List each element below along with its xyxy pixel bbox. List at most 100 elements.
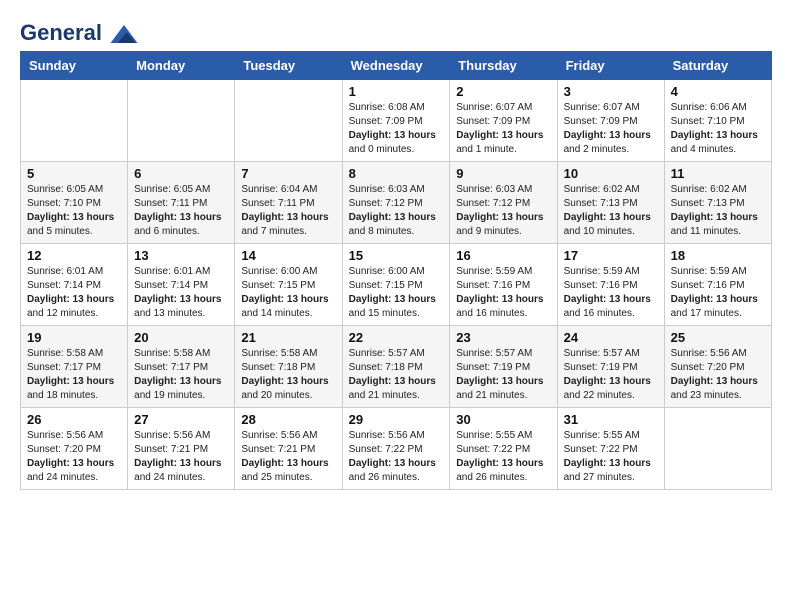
calendar-cell: 18 Sunrise: 5:59 AMSunset: 7:16 PMDayligh… bbox=[664, 244, 771, 326]
calendar-cell: 6Sunrise: 6:05 AMSunset: 7:11 PMDaylight… bbox=[128, 162, 235, 244]
calendar-cell: 23 Sunrise: 5:57 AMSunset: 7:19 PMDayligh… bbox=[450, 326, 557, 408]
day-info: Sunrise: 6:03 AMSunset: 7:12 PMDaylight:… bbox=[349, 183, 444, 239]
day-info: Sunrise: 5:56 AMSunset: 7:22 PMDaylight:… bbox=[349, 429, 444, 485]
calendar-cell: 19Sunrise: 5:58 AMSunset: 7:17 PMDayligh… bbox=[21, 326, 128, 408]
calendar-cell: 31 Sunrise: 5:55 AMSunset: 7:22 PMDayligh… bbox=[557, 408, 664, 490]
day-number: 17 bbox=[564, 248, 658, 263]
calendar-cell: 14 Sunrise: 6:00 AMSunset: 7:15 PMDayligh… bbox=[235, 244, 342, 326]
calendar-cell: 17Sunrise: 5:59 AMSunset: 7:16 PMDayligh… bbox=[557, 244, 664, 326]
calendar-cell: 16Sunrise: 5:59 AMSunset: 7:16 PMDayligh… bbox=[450, 244, 557, 326]
calendar-cell: 4 Sunrise: 6:06 AMSunset: 7:10 PMDaylight… bbox=[664, 80, 771, 162]
logo-text: General bbox=[20, 20, 138, 45]
day-number: 18 bbox=[671, 248, 765, 263]
day-number: 23 bbox=[456, 330, 550, 345]
calendar-cell: 5 Sunrise: 6:05 AMSunset: 7:10 PMDaylight… bbox=[21, 162, 128, 244]
day-info: Sunrise: 5:57 AMSunset: 7:19 PMDaylight:… bbox=[456, 347, 550, 403]
calendar-cell: 27 Sunrise: 5:56 AMSunset: 7:21 PMDayligh… bbox=[128, 408, 235, 490]
calendar-cell: 8 Sunrise: 6:03 AMSunset: 7:12 PMDaylight… bbox=[342, 162, 450, 244]
weekday-header-tuesday: Tuesday bbox=[235, 52, 342, 80]
day-info: Sunrise: 6:05 AMSunset: 7:11 PMDaylight:… bbox=[134, 183, 228, 239]
calendar-week-1: 1Sunrise: 6:08 AMSunset: 7:09 PMDaylight… bbox=[21, 80, 772, 162]
calendar-week-3: 12 Sunrise: 6:01 AMSunset: 7:14 PMDayligh… bbox=[21, 244, 772, 326]
day-number: 31 bbox=[564, 412, 658, 427]
calendar-cell: 2Sunrise: 6:07 AMSunset: 7:09 PMDaylight… bbox=[450, 80, 557, 162]
day-number: 20 bbox=[134, 330, 228, 345]
day-number: 12 bbox=[27, 248, 121, 263]
day-info: Sunrise: 6:07 AMSunset: 7:09 PMDaylight:… bbox=[564, 101, 658, 157]
calendar-cell: 11 Sunrise: 6:02 AMSunset: 7:13 PMDayligh… bbox=[664, 162, 771, 244]
calendar-cell: 7 Sunrise: 6:04 AMSunset: 7:11 PMDaylight… bbox=[235, 162, 342, 244]
calendar-cell: 21 Sunrise: 5:58 AMSunset: 7:18 PMDayligh… bbox=[235, 326, 342, 408]
day-info: Sunrise: 6:06 AMSunset: 7:10 PMDaylight:… bbox=[671, 101, 765, 157]
day-info: Sunrise: 6:02 AMSunset: 7:13 PMDaylight:… bbox=[671, 183, 765, 239]
day-info: Sunrise: 5:56 AMSunset: 7:21 PMDaylight:… bbox=[241, 429, 335, 485]
day-info: Sunrise: 6:03 AMSunset: 7:12 PMDaylight:… bbox=[456, 183, 550, 239]
calendar-week-5: 26Sunrise: 5:56 AMSunset: 7:20 PMDayligh… bbox=[21, 408, 772, 490]
day-info: Sunrise: 6:07 AMSunset: 7:09 PMDaylight:… bbox=[456, 101, 550, 157]
calendar-cell bbox=[235, 80, 342, 162]
calendar-cell: 9 Sunrise: 6:03 AMSunset: 7:12 PMDaylight… bbox=[450, 162, 557, 244]
weekday-header-saturday: Saturday bbox=[664, 52, 771, 80]
day-number: 22 bbox=[349, 330, 444, 345]
day-number: 9 bbox=[456, 166, 550, 181]
day-number: 15 bbox=[349, 248, 444, 263]
logo: General bbox=[20, 20, 138, 41]
day-info: Sunrise: 5:56 AMSunset: 7:20 PMDaylight:… bbox=[671, 347, 765, 403]
day-info: Sunrise: 6:02 AMSunset: 7:13 PMDaylight:… bbox=[564, 183, 658, 239]
day-info: Sunrise: 5:57 AMSunset: 7:19 PMDaylight:… bbox=[564, 347, 658, 403]
calendar-cell: 12 Sunrise: 6:01 AMSunset: 7:14 PMDayligh… bbox=[21, 244, 128, 326]
day-number: 5 bbox=[27, 166, 121, 181]
day-info: Sunrise: 5:55 AMSunset: 7:22 PMDaylight:… bbox=[456, 429, 550, 485]
day-number: 7 bbox=[241, 166, 335, 181]
calendar: SundayMondayTuesdayWednesdayThursdayFrid… bbox=[20, 51, 772, 490]
day-info: Sunrise: 5:57 AMSunset: 7:18 PMDaylight:… bbox=[349, 347, 444, 403]
day-info: Sunrise: 6:00 AMSunset: 7:15 PMDaylight:… bbox=[241, 265, 335, 321]
weekday-header-friday: Friday bbox=[557, 52, 664, 80]
calendar-cell bbox=[21, 80, 128, 162]
day-number: 3 bbox=[564, 84, 658, 99]
calendar-body: 1Sunrise: 6:08 AMSunset: 7:09 PMDaylight… bbox=[21, 80, 772, 490]
day-info: Sunrise: 5:55 AMSunset: 7:22 PMDaylight:… bbox=[564, 429, 658, 485]
day-info: Sunrise: 6:01 AMSunset: 7:14 PMDaylight:… bbox=[134, 265, 228, 321]
calendar-cell: 20 Sunrise: 5:58 AMSunset: 7:17 PMDayligh… bbox=[128, 326, 235, 408]
weekday-header-thursday: Thursday bbox=[450, 52, 557, 80]
day-number: 14 bbox=[241, 248, 335, 263]
calendar-cell: 29 Sunrise: 5:56 AMSunset: 7:22 PMDayligh… bbox=[342, 408, 450, 490]
calendar-cell: 26Sunrise: 5:56 AMSunset: 7:20 PMDayligh… bbox=[21, 408, 128, 490]
calendar-week-2: 5 Sunrise: 6:05 AMSunset: 7:10 PMDaylight… bbox=[21, 162, 772, 244]
day-number: 28 bbox=[241, 412, 335, 427]
day-number: 10 bbox=[564, 166, 658, 181]
day-number: 29 bbox=[349, 412, 444, 427]
page-header: General bbox=[20, 20, 772, 41]
day-number: 27 bbox=[134, 412, 228, 427]
calendar-cell bbox=[664, 408, 771, 490]
day-info: Sunrise: 5:56 AMSunset: 7:20 PMDaylight:… bbox=[27, 429, 121, 485]
weekday-header-sunday: Sunday bbox=[21, 52, 128, 80]
day-info: Sunrise: 5:58 AMSunset: 7:17 PMDaylight:… bbox=[134, 347, 228, 403]
calendar-week-4: 19Sunrise: 5:58 AMSunset: 7:17 PMDayligh… bbox=[21, 326, 772, 408]
day-number: 11 bbox=[671, 166, 765, 181]
logo-icon bbox=[110, 25, 138, 43]
day-info: Sunrise: 5:56 AMSunset: 7:21 PMDaylight:… bbox=[134, 429, 228, 485]
day-number: 4 bbox=[671, 84, 765, 99]
day-number: 21 bbox=[241, 330, 335, 345]
day-number: 25 bbox=[671, 330, 765, 345]
day-number: 30 bbox=[456, 412, 550, 427]
day-info: Sunrise: 5:59 AMSunset: 7:16 PMDaylight:… bbox=[456, 265, 550, 321]
day-info: Sunrise: 5:58 AMSunset: 7:18 PMDaylight:… bbox=[241, 347, 335, 403]
day-info: Sunrise: 6:01 AMSunset: 7:14 PMDaylight:… bbox=[27, 265, 121, 321]
day-info: Sunrise: 5:58 AMSunset: 7:17 PMDaylight:… bbox=[27, 347, 121, 403]
day-info: Sunrise: 6:05 AMSunset: 7:10 PMDaylight:… bbox=[27, 183, 121, 239]
day-number: 8 bbox=[349, 166, 444, 181]
day-info: Sunrise: 6:04 AMSunset: 7:11 PMDaylight:… bbox=[241, 183, 335, 239]
calendar-header-row: SundayMondayTuesdayWednesdayThursdayFrid… bbox=[21, 52, 772, 80]
calendar-cell: 22 Sunrise: 5:57 AMSunset: 7:18 PMDayligh… bbox=[342, 326, 450, 408]
day-info: Sunrise: 6:08 AMSunset: 7:09 PMDaylight:… bbox=[349, 101, 444, 157]
calendar-cell bbox=[128, 80, 235, 162]
weekday-header-monday: Monday bbox=[128, 52, 235, 80]
calendar-cell: 1Sunrise: 6:08 AMSunset: 7:09 PMDaylight… bbox=[342, 80, 450, 162]
calendar-cell: 25 Sunrise: 5:56 AMSunset: 7:20 PMDayligh… bbox=[664, 326, 771, 408]
day-info: Sunrise: 5:59 AMSunset: 7:16 PMDaylight:… bbox=[671, 265, 765, 321]
calendar-cell: 10 Sunrise: 6:02 AMSunset: 7:13 PMDayligh… bbox=[557, 162, 664, 244]
calendar-cell: 15Sunrise: 6:00 AMSunset: 7:15 PMDayligh… bbox=[342, 244, 450, 326]
